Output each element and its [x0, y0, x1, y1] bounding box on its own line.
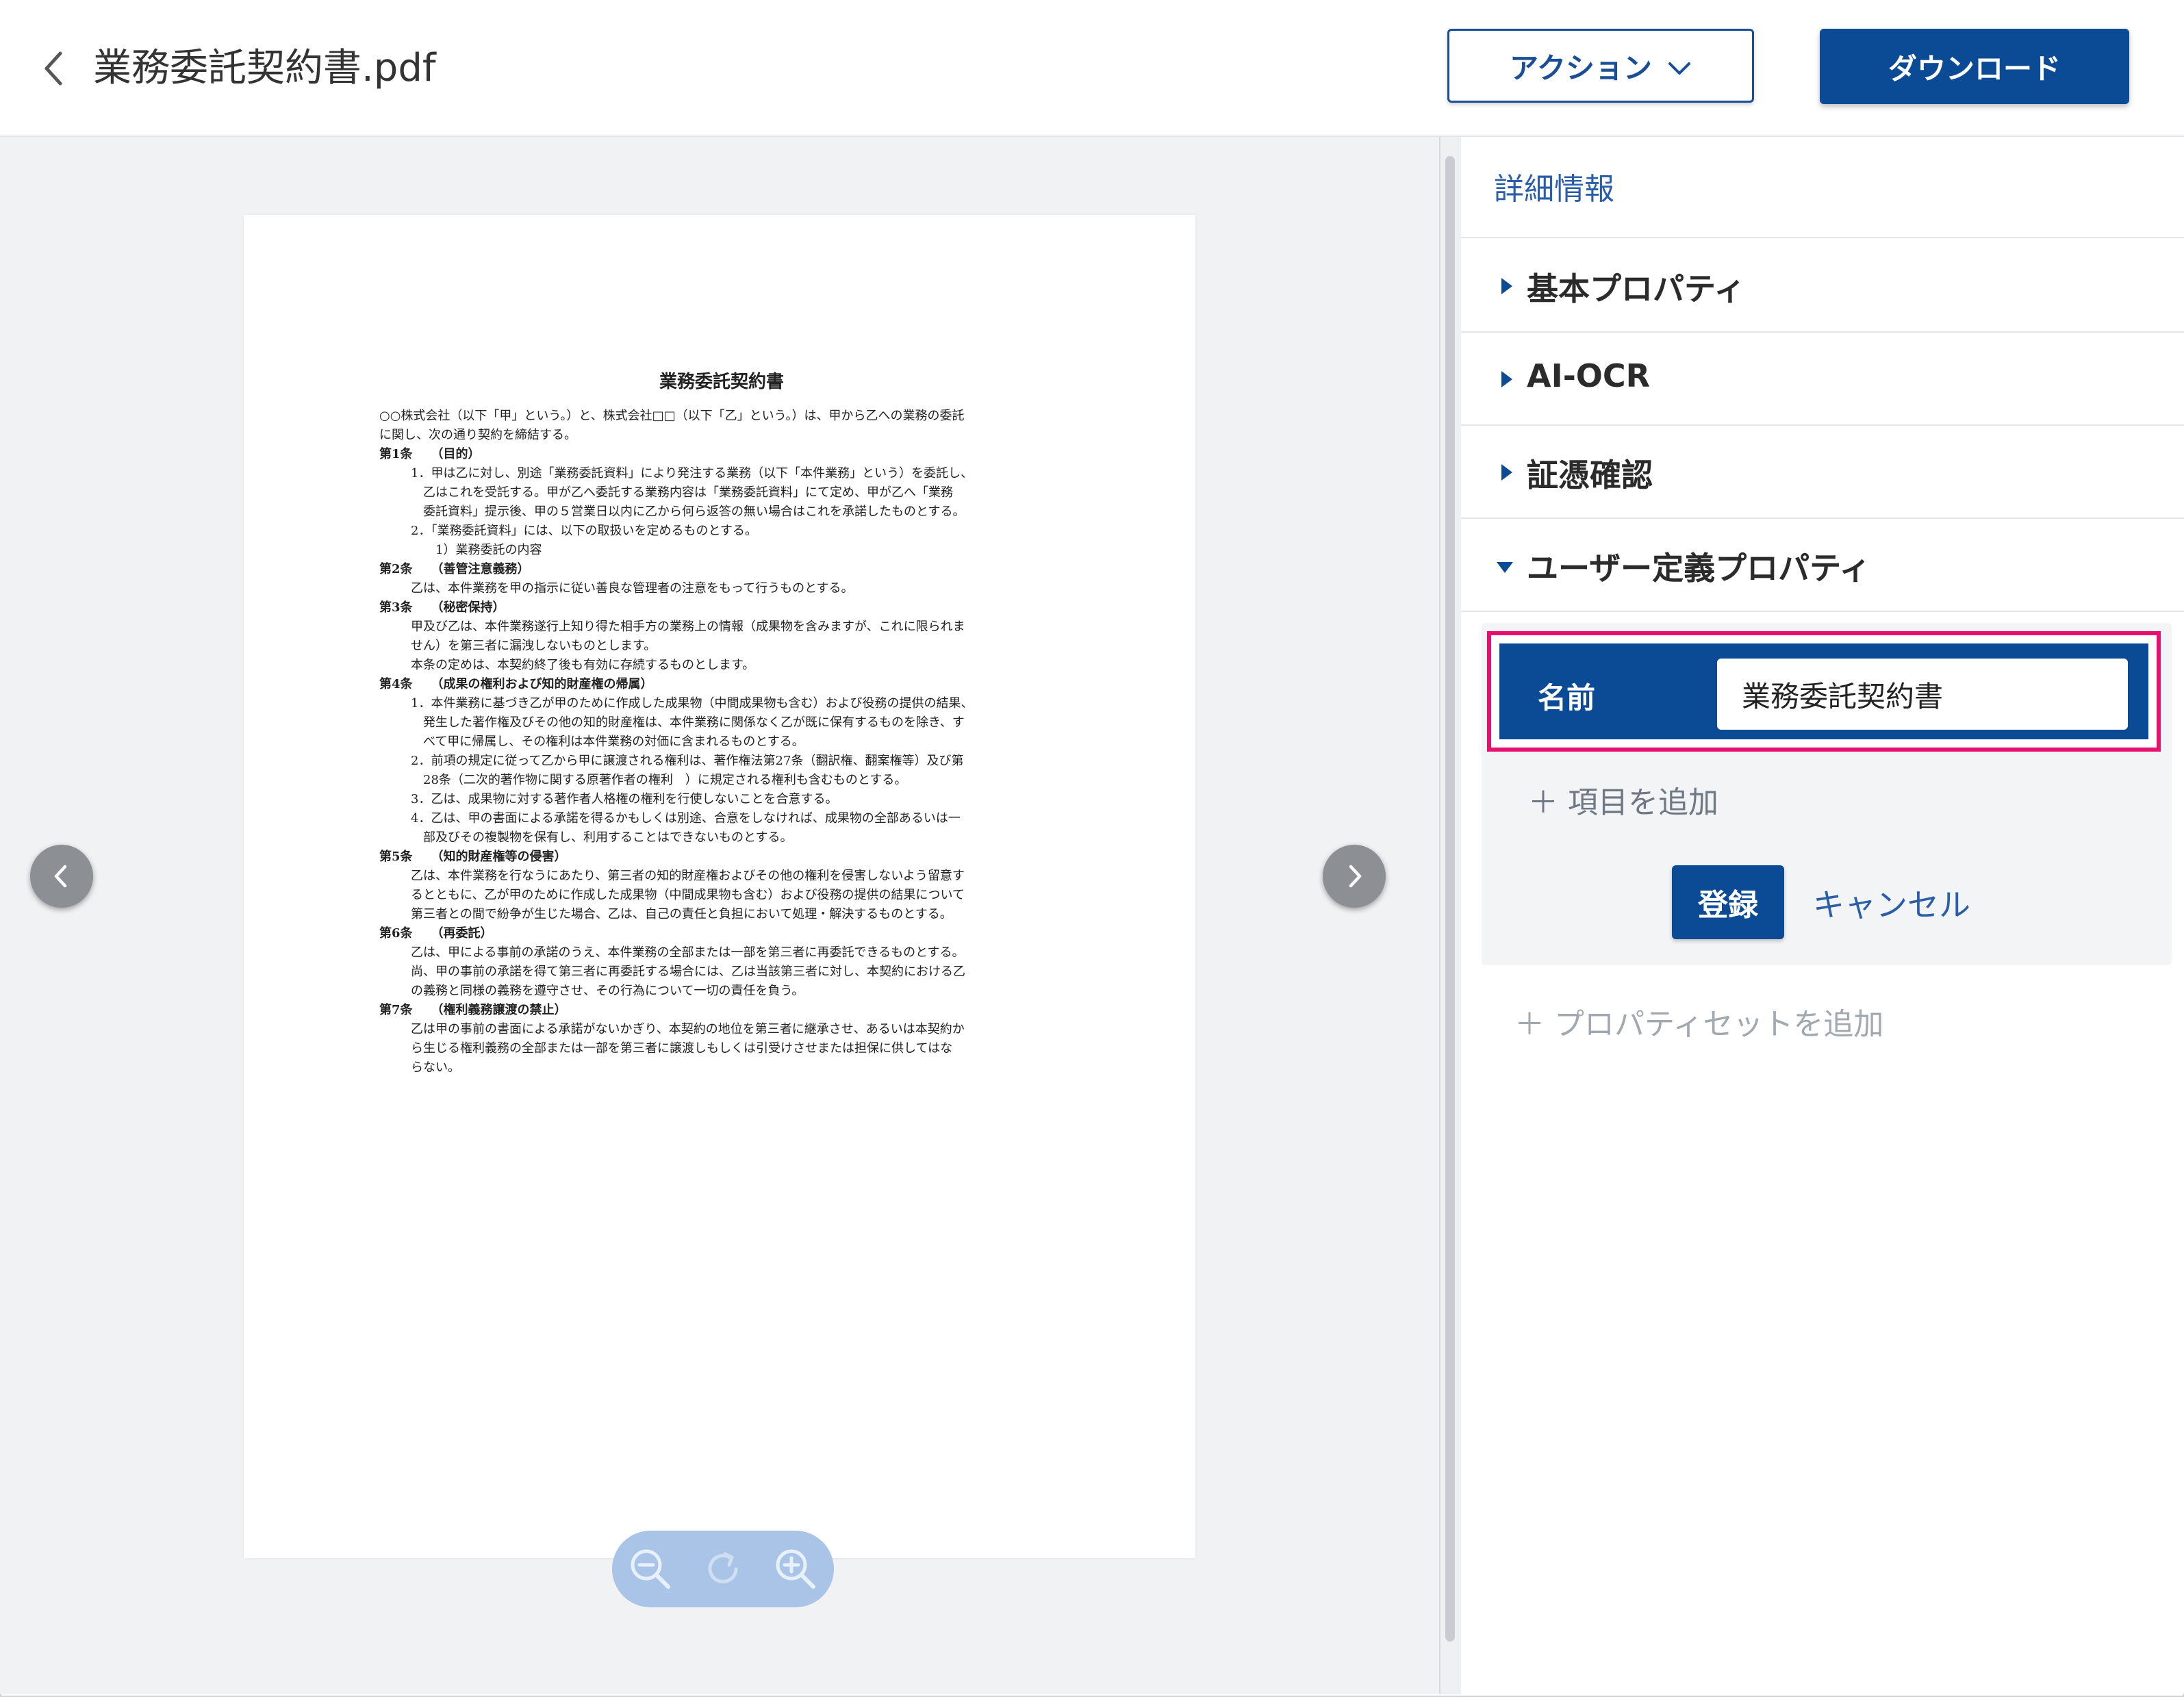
section-label: AI-OCR	[1527, 357, 1651, 394]
caret-right-icon	[1499, 370, 1514, 392]
article-line: 2．前項の規定に従って乙から甲に譲渡される権利は、著作権法第27条（翻訳権、翻案…	[411, 754, 964, 768]
property-value-input[interactable]	[1717, 659, 2128, 730]
article-line: ら生じる権利義務の全部または一部を第三者に譲渡しもしくは引受けさせまたは担保に供…	[411, 1041, 953, 1056]
chevron-down-icon	[1667, 49, 1692, 83]
rotate-icon[interactable]	[698, 1544, 748, 1594]
document-articles: 第1条 （目的） 1．甲は乙に対し、別途「業務委託資料」により発注する業務（以下「…	[379, 445, 1064, 1077]
scrollbar-thumb[interactable]	[1445, 156, 1455, 1642]
plus-icon: ＋	[1514, 1007, 1545, 1042]
top-bar: 業務委託契約書.pdf アクション ダウンロード	[0, 0, 2184, 137]
article-heading: 第1条 （目的）	[379, 447, 481, 461]
zoom-in-icon[interactable]	[771, 1544, 820, 1594]
article-line: るとともに、乙が甲のために作成した成果物（中間成果物も含む）および役務の提供の結…	[411, 888, 965, 902]
property-name-label: 名前	[1538, 681, 1596, 715]
article-heading: 第2条 （善管注意義務）	[379, 562, 530, 576]
article-line: べて甲に帰属し、その権利は本件業務の対価に含まれるものとする。	[411, 735, 804, 749]
zoom-out-icon[interactable]	[626, 1544, 675, 1594]
article-line: 乙は、甲による事前の承諾のうえ、本件業務の全部または一部を第三者に再委託できるも…	[411, 945, 965, 960]
caret-down-icon	[1495, 560, 1514, 578]
article-line: 1．甲は乙に対し、別途「業務委託資料」により発注する業務（以下「本件業務」という…	[411, 466, 974, 481]
article-line: 乙はこれを受託する。甲が乙へ委託する業務内容は「業務委託資料」にて定め、甲が乙へ…	[411, 485, 953, 500]
caret-right-icon	[1499, 277, 1514, 298]
previous-page-button[interactable]	[30, 845, 93, 908]
article-line: せん）を第三者に漏洩しないものとします。	[411, 639, 657, 653]
article-line: の義務と同様の義務を遵守させ、その行為について一切の責任を負う。	[411, 984, 804, 998]
article-line: 2．「業務委託資料」には、以下の取扱いを定めるものとする。	[411, 524, 757, 538]
add-property-set-button[interactable]: ＋ プロパティセットを追加	[1514, 999, 1883, 1043]
article-heading: 第5条 （知的財産権等の侵害）	[379, 850, 567, 864]
divider	[1461, 237, 2184, 238]
viewer-scrollbar[interactable]	[1439, 137, 1461, 1694]
article-line: 28条（二次的著作物に関する原著作者の権利 ）に規定される権利も含むものとする。	[411, 773, 907, 787]
section-label: ユーザー定義プロパティ	[1527, 550, 1871, 587]
add-property-set-label: プロパティセットを追加	[1554, 1007, 1884, 1042]
article-heading: 第7条 （権利義務譲渡の禁止）	[379, 1003, 567, 1017]
register-button[interactable]: 登録	[1672, 865, 1784, 939]
action-button-label: アクション	[1510, 51, 1652, 85]
article-line: 3．乙は、成果物に対する著作者人格権の権利を行使しないことを合意する。	[411, 792, 838, 806]
download-button[interactable]: ダウンロード	[1820, 29, 2129, 104]
document-intro: ○○株式会社（以下「甲」という。）と、株式会社□□（以下「乙」という。）は、甲か…	[379, 407, 1064, 445]
section-user-defined-properties[interactable]: ユーザー定義プロパティ	[1461, 519, 2184, 612]
article-line: らない。	[411, 1060, 460, 1075]
panel-title: 詳細情報	[1494, 172, 1614, 207]
chevron-right-icon	[1349, 865, 1362, 888]
article-heading: 第6条 （再委託）	[379, 926, 493, 941]
article-line: 第三者との間で紛争が生じた場合、乙は、自己の責任と負担において処理・解決するもの…	[411, 907, 952, 921]
article-line: 4．乙は、甲の書面による承諾を得るかもしくは別途、合意をしなければ、成果物の全部…	[411, 811, 961, 826]
property-row-highlighted: 名前	[1487, 631, 2161, 752]
article-line: 委託資料」提示後、甲の５営業日以内に乙から何ら返答の無い場合はこれを承諾したもの…	[411, 505, 965, 519]
section-voucher-check[interactable]: 証憑確認	[1461, 426, 2184, 519]
section-label: 基本プロパティ	[1527, 270, 1746, 307]
property-row: 名前	[1499, 643, 2148, 739]
intro-line: に関し、次の通り契約を締結する。	[379, 428, 576, 442]
document-title: 業務委託契約書	[659, 372, 784, 392]
document-page: 業務委託契約書 ○○株式会社（以下「甲」という。）と、株式会社□□（以下「乙」と…	[244, 215, 1195, 1558]
article-line: 甲及び乙は、本件業務遂行上知り得た相手方の業務上の情報（成果物を含みますが、これ…	[411, 620, 965, 634]
article-line: 乙は甲の事前の書面による承諾がないかぎり、本契約の地位を第三者に継承させ、あるい…	[411, 1022, 965, 1036]
plus-icon: ＋	[1528, 785, 1558, 820]
article-line: 尚、甲の事前の承諾を得て第三者に再委託する場合には、乙は当該第三者に対し、本契約…	[411, 965, 965, 979]
section-ai-ocr[interactable]: AI-OCR	[1461, 333, 2184, 426]
article-heading: 第3条 （秘密保持）	[379, 600, 505, 615]
next-page-button[interactable]	[1323, 845, 1386, 908]
action-button[interactable]: アクション	[1447, 29, 1754, 103]
article-line: 発生した著作権及びその他の知的財産権は、本件業務に関係なく乙が既に保有するものを…	[411, 715, 965, 730]
intro-line: ○○株式会社（以下「甲」という。）と、株式会社□□（以下「乙」という。）は、甲か…	[379, 409, 965, 423]
file-title: 業務委託契約書.pdf	[93, 46, 436, 90]
chevron-left-icon	[54, 865, 67, 888]
add-item-button[interactable]: ＋ 項目を追加	[1528, 778, 1718, 821]
article-line: 乙は、本件業務を甲の指示に従い善良な管理者の注意をもって行うものとする。	[411, 581, 854, 596]
article-line: 本条の定めは、本契約終了後も有効に存続するものとします。	[411, 658, 755, 672]
cancel-button[interactable]: キャンセル	[1813, 880, 1970, 926]
section-basic-properties[interactable]: 基本プロパティ	[1461, 240, 2184, 333]
article-line: 1）業務委託の内容	[411, 543, 542, 557]
add-item-label: 項目を追加	[1568, 785, 1718, 820]
article-heading: 第4条 （成果の権利および知的財産権の帰属）	[379, 677, 653, 691]
zoom-toolbar	[612, 1531, 834, 1607]
document-text: 業務委託契約書 ○○株式会社（以下「甲」という。）と、株式会社□□（以下「乙」と…	[379, 372, 1064, 1077]
article-line: 部及びその複製物を保有し、利用することはできないものとする。	[411, 830, 793, 845]
chevron-left-icon[interactable]	[40, 48, 67, 89]
article-line: 乙は、本件業務を行なうにあたり、第三者の知的財産権およびその他の権利を侵害しない…	[411, 869, 965, 883]
section-label: 証憑確認	[1527, 457, 1653, 494]
caret-right-icon	[1499, 463, 1514, 485]
article-line: 1．本件業務に基づき乙が甲のために作成した成果物（中間成果物も含む）および役務の…	[411, 696, 974, 711]
